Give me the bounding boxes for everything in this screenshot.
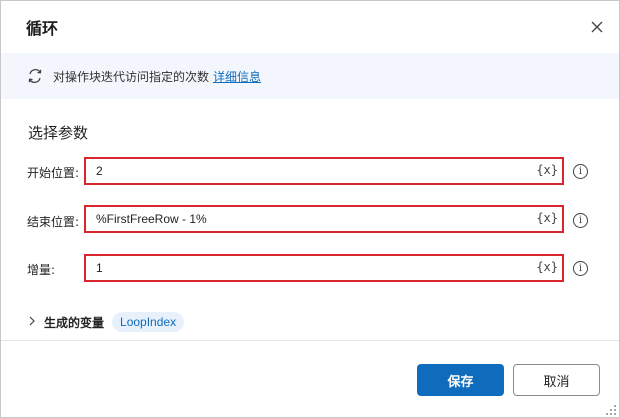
end-value: %FirstFreeRow - 1% — [96, 212, 207, 226]
info-banner: 对操作块迭代访问指定的次数 详细信息 — [1, 53, 619, 99]
footer-divider — [1, 340, 619, 341]
close-button[interactable] — [586, 16, 608, 38]
increment-label: 增量: — [27, 263, 56, 277]
start-field[interactable]: 2 {x} — [84, 157, 564, 185]
dialog-title-bar: 循环 — [1, 1, 619, 53]
end-label: 结束位置: — [27, 215, 80, 229]
end-field[interactable]: %FirstFreeRow - 1% {x} — [84, 205, 564, 233]
cancel-button[interactable]: 取消 — [513, 364, 600, 396]
increment-info-icon[interactable]: i — [573, 261, 588, 276]
start-label: 开始位置: — [27, 166, 80, 180]
loop-icon — [28, 69, 42, 83]
increment-value: 1 — [96, 261, 103, 275]
increment-field[interactable]: 1 {x} — [84, 254, 564, 282]
resize-grip-icon[interactable] — [605, 404, 617, 416]
close-icon — [591, 21, 603, 33]
increment-variable-button[interactable]: {x} — [536, 260, 558, 274]
generated-variables: 生成的变量 LoopIndex — [28, 312, 185, 332]
end-variable-button[interactable]: {x} — [536, 211, 558, 225]
save-button[interactable]: 保存 — [417, 364, 504, 396]
more-info-link[interactable]: 详细信息 — [213, 68, 261, 85]
loop-dialog: 循环 对操作块迭代访问指定的次数 详细信息 选择参数 开始位置: 2 {x} i… — [0, 0, 620, 418]
start-info-icon[interactable]: i — [573, 164, 588, 179]
start-variable-button[interactable]: {x} — [536, 163, 558, 177]
end-info-icon[interactable]: i — [573, 213, 588, 228]
dialog-title: 循环 — [26, 19, 59, 38]
loop-index-chip[interactable]: LoopIndex — [112, 312, 185, 332]
banner-description: 对操作块迭代访问指定的次数 — [53, 70, 210, 84]
section-title: 选择参数 — [28, 124, 89, 142]
generated-variables-label: 生成的变量 — [44, 315, 105, 330]
start-value: 2 — [96, 164, 103, 178]
chevron-right-icon[interactable] — [28, 315, 36, 329]
